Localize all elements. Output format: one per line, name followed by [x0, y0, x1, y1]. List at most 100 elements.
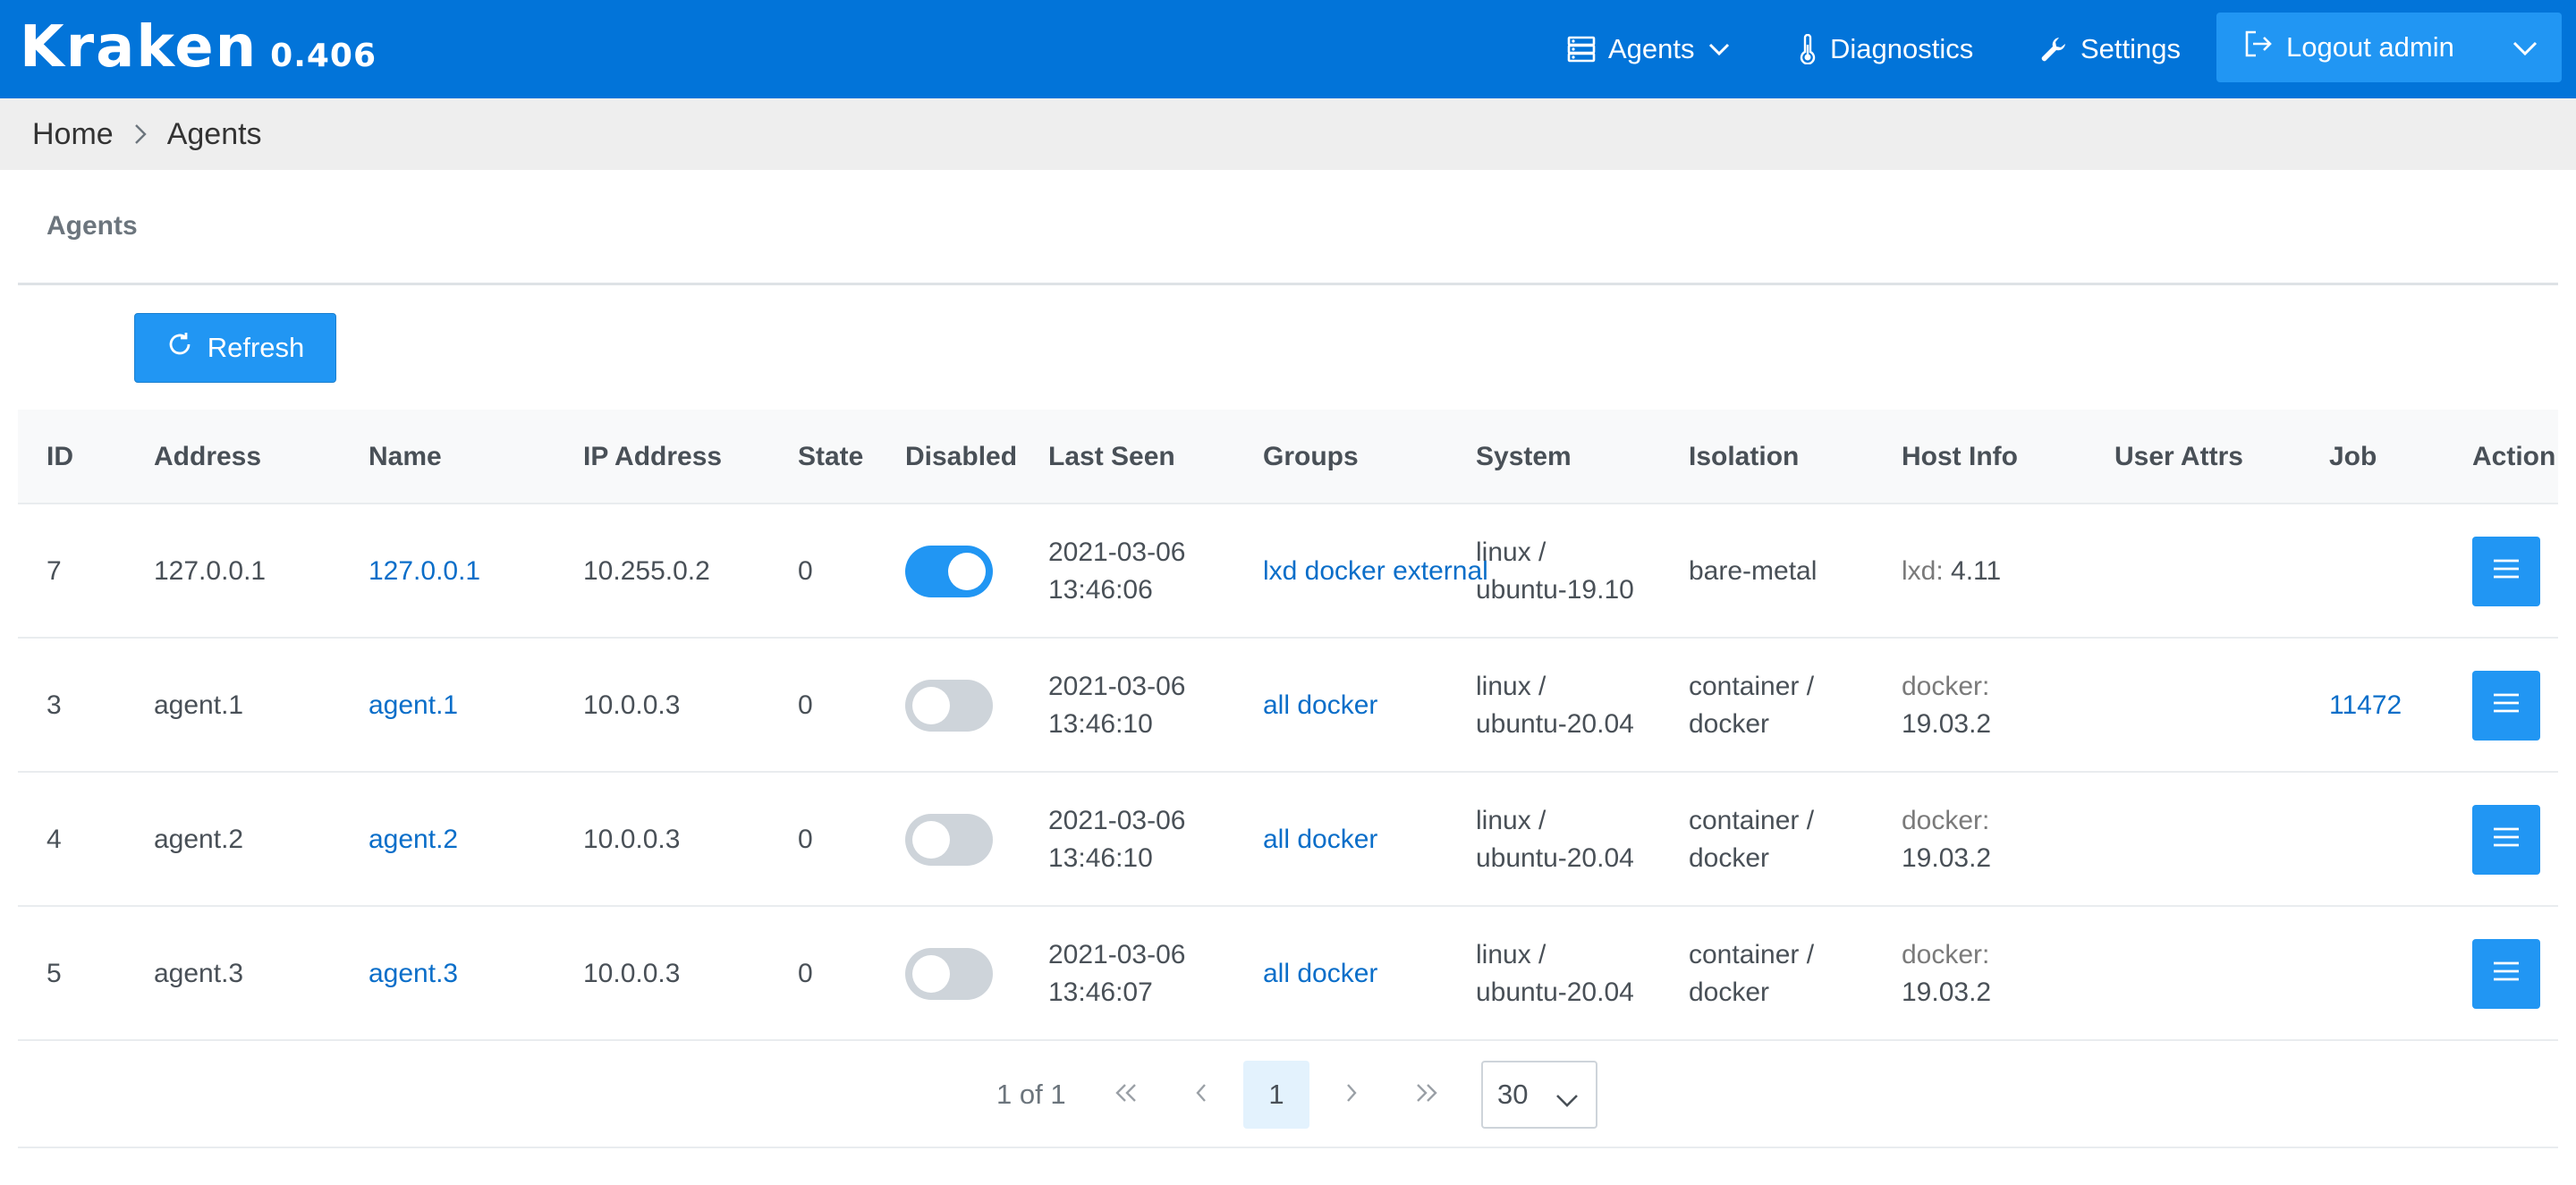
cell-ip-address: 10.0.0.3: [583, 959, 681, 988]
wrench-icon: [2039, 35, 2068, 63]
last-seen-time: 13:46:10: [1048, 843, 1153, 873]
header-host-info[interactable]: Host Info: [1902, 410, 2018, 504]
bars-icon: [2492, 687, 2521, 724]
isolation-type: container /: [1689, 806, 1815, 835]
header-job[interactable]: Job: [2329, 410, 2377, 504]
logout-menu-toggle[interactable]: [2488, 13, 2562, 82]
cell-system: linux / ubuntu-20.04: [1476, 907, 1634, 1041]
rows-per-page-dropdown[interactable]: 30: [1481, 1061, 1597, 1129]
table-header: ID Address Name IP Address State Disable…: [18, 410, 2558, 504]
thermometer-icon: [1798, 34, 1818, 64]
row-menu-button[interactable]: [2472, 805, 2540, 875]
header-name[interactable]: Name: [369, 410, 442, 504]
disabled-toggle[interactable]: [905, 814, 993, 866]
host-info-value: 19.03.2: [1902, 843, 1992, 873]
nav-agents-label: Agents: [1608, 33, 1695, 64]
cell-action: [2472, 907, 2540, 1041]
disabled-toggle[interactable]: [905, 546, 993, 597]
cell-ip-address: 10.0.0.3: [583, 825, 681, 854]
isolation-type: bare-metal: [1689, 556, 1818, 586]
last-seen-date: 2021-03-06: [1048, 940, 1186, 969]
table-row: 5 agent.3 agent.3 10.0.0.3 0 2021-03-06 1…: [18, 907, 2558, 1041]
header-address[interactable]: Address: [154, 410, 261, 504]
refresh-icon: [166, 331, 208, 365]
disabled-toggle[interactable]: [905, 948, 993, 1000]
isolation-type: container /: [1689, 940, 1815, 969]
system-os: linux /: [1476, 806, 1546, 835]
refresh-button[interactable]: Refresh: [134, 313, 336, 383]
breadcrumb-home[interactable]: Home: [32, 117, 114, 152]
groups-link[interactable]: all docker: [1263, 773, 1377, 907]
cell-system: linux / ubuntu-19.10: [1476, 504, 1634, 639]
header-system[interactable]: System: [1476, 410, 1572, 504]
brand-name: Kraken: [20, 14, 258, 80]
page-1-button[interactable]: 1: [1243, 1061, 1309, 1129]
groups-link[interactable]: all docker: [1263, 907, 1377, 1041]
panel-title: Agents: [47, 211, 138, 241]
nav-diagnostics[interactable]: Diagnostics: [1798, 0, 1973, 98]
nav-diagnostics-label: Diagnostics: [1830, 33, 1974, 64]
cell-ip-address: 10.255.0.2: [583, 556, 710, 586]
cell-id: 4: [47, 825, 62, 854]
bars-icon: [2492, 821, 2521, 859]
last-seen-time: 13:46:07: [1048, 978, 1153, 1007]
last-seen-date: 2021-03-06: [1048, 537, 1186, 567]
breadcrumb: Home Agents: [0, 98, 2576, 170]
isolation-backend: docker: [1689, 709, 1770, 739]
agent-name-link[interactable]: agent.1: [369, 639, 458, 773]
cell-id: 3: [47, 690, 62, 720]
bars-icon: [2492, 955, 2521, 993]
row-menu-button[interactable]: [2472, 671, 2540, 741]
bars-icon: [2492, 553, 2521, 590]
double-left-icon: [1114, 1082, 1139, 1108]
chevron-down-icon: [1707, 42, 1731, 56]
nav-agents-menu[interactable]: Agents: [1567, 0, 1731, 98]
host-info-key: docker:: [1902, 806, 1990, 835]
first-page-button[interactable]: [1093, 1061, 1159, 1129]
cell-disabled: [905, 907, 993, 1041]
cell-disabled: [905, 639, 993, 773]
table-row: 7 127.0.0.1 127.0.0.1 10.255.0.2 0 2021-…: [18, 504, 2558, 639]
brand-logo[interactable]: Kraken 0.406: [20, 16, 377, 79]
cell-address: agent.2: [154, 825, 244, 854]
server-icon: [1567, 36, 1596, 63]
last-seen-date: 2021-03-06: [1048, 672, 1186, 701]
row-menu-button[interactable]: [2472, 537, 2540, 606]
disabled-toggle[interactable]: [905, 680, 993, 732]
agent-name-link[interactable]: agent.2: [369, 773, 458, 907]
agent-name-link[interactable]: 127.0.0.1: [369, 504, 480, 639]
header-last-seen[interactable]: Last Seen: [1048, 410, 1175, 504]
row-menu-button[interactable]: [2472, 939, 2540, 1009]
logout-split-button: Logout admin: [2216, 13, 2562, 82]
nav-settings-label: Settings: [2080, 33, 2182, 64]
next-page-button[interactable]: [1318, 1061, 1385, 1129]
breadcrumb-current: Agents: [166, 116, 262, 151]
cell-host-info: docker: 19.03.2: [1902, 907, 1991, 1041]
previous-page-button[interactable]: [1168, 1061, 1234, 1129]
header-isolation[interactable]: Isolation: [1689, 410, 1799, 504]
agent-name-link[interactable]: agent.3: [369, 907, 458, 1041]
nav-settings[interactable]: Settings: [2039, 0, 2181, 98]
cell-address: agent.3: [154, 959, 244, 988]
host-info-key: docker:: [1902, 940, 1990, 969]
cell-last-seen: 2021-03-06 13:46:10: [1048, 639, 1185, 773]
header-id[interactable]: ID: [47, 410, 73, 504]
groups-link[interactable]: all docker: [1263, 639, 1377, 773]
logout-button[interactable]: Logout admin: [2216, 13, 2488, 82]
panel-divider: [18, 283, 2558, 285]
table-row: 3 agent.1 agent.1 10.0.0.3 0 2021-03-06 1…: [18, 639, 2558, 773]
job-link[interactable]: 11472: [2329, 639, 2402, 773]
top-navbar: Kraken 0.406 Agents Diagnostics Settings: [0, 0, 2576, 98]
header-action: Action: [2472, 442, 2556, 471]
header-disabled[interactable]: Disabled: [905, 410, 1017, 504]
cell-isolation: container / docker: [1689, 773, 1814, 907]
groups-link[interactable]: lxd docker external: [1263, 504, 1488, 639]
header-ip-address[interactable]: IP Address: [583, 410, 722, 504]
sign-out-icon: [2243, 30, 2274, 65]
header-user-attrs[interactable]: User Attrs: [2114, 410, 2243, 504]
last-page-button[interactable]: [1394, 1061, 1460, 1129]
host-info-value: 4.11: [1951, 556, 2002, 586]
header-state[interactable]: State: [798, 410, 863, 504]
header-groups[interactable]: Groups: [1263, 410, 1359, 504]
chevron-down-icon: [1555, 1084, 1580, 1116]
